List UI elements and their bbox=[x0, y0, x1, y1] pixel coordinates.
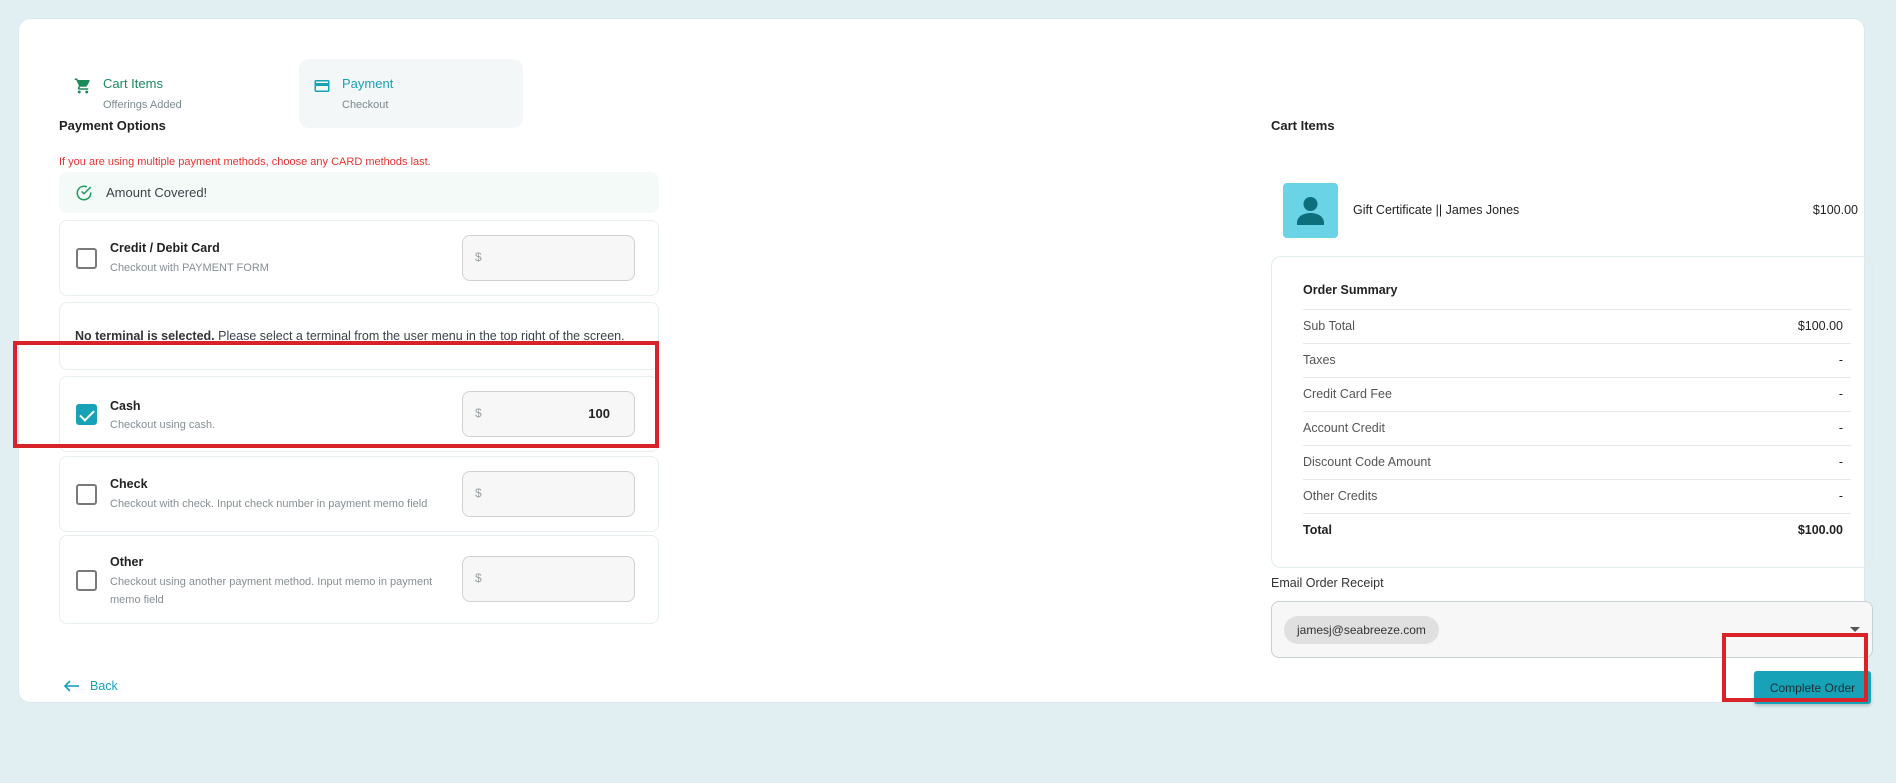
card-amount-input[interactable]: $ bbox=[462, 235, 635, 281]
payment-method-check: Check Checkout with check. Input check n… bbox=[59, 456, 659, 532]
arrow-left-icon bbox=[64, 680, 79, 692]
summary-row: Other Credits - bbox=[1303, 479, 1851, 513]
cart-icon bbox=[74, 78, 90, 94]
summary-row: Taxes - bbox=[1303, 343, 1851, 377]
step-title: Payment bbox=[342, 76, 394, 91]
summary-value: - bbox=[1838, 421, 1843, 435]
step-subtitle: Checkout bbox=[342, 99, 389, 111]
summary-row: Account Credit - bbox=[1303, 411, 1851, 445]
amount-covered-text: Amount Covered! bbox=[106, 185, 208, 200]
step-subtitle: Offerings Added bbox=[103, 99, 182, 111]
summary-value: $100.00 bbox=[1797, 523, 1843, 537]
cart-item-name: Gift Certificate || James Jones bbox=[1353, 203, 1520, 217]
step-payment[interactable]: Payment Checkout bbox=[313, 76, 393, 111]
credit-card-icon bbox=[314, 80, 330, 92]
payment-method-card: Credit / Debit Card Checkout with PAYMEN… bbox=[59, 220, 659, 296]
summary-value: - bbox=[1838, 455, 1843, 469]
payment-method-desc: Checkout using another payment method. I… bbox=[110, 576, 433, 606]
summary-value: - bbox=[1838, 489, 1843, 503]
email-chip[interactable]: jamesj@seabreeze.com bbox=[1284, 616, 1439, 644]
email-receipt-label: Email Order Receipt bbox=[1271, 576, 1384, 590]
order-summary: Order Summary Sub Total $100.00 Taxes - Cr… bbox=[1271, 256, 1873, 568]
avatar bbox=[1283, 183, 1338, 238]
summary-value: - bbox=[1838, 353, 1843, 367]
complete-order-highlight-box bbox=[1722, 633, 1868, 702]
summary-value: $100.00 bbox=[1797, 319, 1843, 333]
check-checkbox[interactable] bbox=[76, 484, 97, 505]
payment-method-desc: Checkout with check. Input check number … bbox=[110, 498, 428, 510]
other-amount-input[interactable]: $ bbox=[462, 556, 635, 602]
payment-method-label: Credit / Debit Card bbox=[110, 241, 220, 255]
back-button[interactable]: Back bbox=[64, 679, 118, 693]
card-checkbox[interactable] bbox=[76, 248, 97, 269]
summary-total-row: Total $100.00 bbox=[1303, 513, 1851, 547]
currency-symbol: $ bbox=[475, 571, 482, 585]
summary-row: Credit Card Fee - bbox=[1303, 377, 1851, 411]
cart-item: Gift Certificate || James Jones $100.00 bbox=[1283, 183, 1858, 238]
person-icon bbox=[1297, 197, 1324, 225]
currency-symbol: $ bbox=[475, 486, 482, 500]
other-checkbox[interactable] bbox=[76, 570, 97, 591]
summary-label: Sub Total bbox=[1303, 319, 1355, 333]
chevron-down-icon[interactable] bbox=[1850, 627, 1860, 632]
back-label: Back bbox=[90, 679, 118, 693]
payment-method-desc: Checkout with PAYMENT FORM bbox=[110, 262, 269, 274]
check-circle-icon bbox=[76, 185, 92, 200]
step-title: Cart Items bbox=[103, 76, 163, 91]
summary-row: Discount Code Amount - bbox=[1303, 445, 1851, 479]
payment-warning: If you are using multiple payment method… bbox=[59, 156, 431, 168]
summary-label: Total bbox=[1303, 523, 1332, 537]
summary-label: Credit Card Fee bbox=[1303, 387, 1392, 401]
payment-method-label: Other bbox=[110, 555, 144, 569]
cart-items-title: Cart Items bbox=[1271, 118, 1335, 133]
payment-options-title: Payment Options bbox=[59, 118, 166, 133]
currency-symbol: $ bbox=[475, 250, 482, 264]
amount-covered-alert: Amount Covered! bbox=[59, 172, 659, 213]
summary-label: Taxes bbox=[1303, 353, 1336, 367]
summary-label: Other Credits bbox=[1303, 489, 1378, 503]
cart-item-price: $100.00 bbox=[1812, 203, 1858, 217]
check-amount-input[interactable]: $ bbox=[462, 471, 635, 517]
summary-value: - bbox=[1838, 387, 1843, 401]
order-summary-title: Order Summary bbox=[1303, 283, 1398, 297]
summary-label: Discount Code Amount bbox=[1303, 455, 1431, 469]
payment-method-label: Check bbox=[110, 477, 148, 491]
cash-highlight-box bbox=[13, 341, 659, 448]
summary-row: Sub Total $100.00 bbox=[1303, 309, 1851, 343]
step-cart-items[interactable]: Cart Items Offerings Added bbox=[74, 76, 182, 111]
payment-method-other: Other Checkout using another payment met… bbox=[59, 535, 659, 624]
summary-label: Account Credit bbox=[1303, 421, 1385, 435]
